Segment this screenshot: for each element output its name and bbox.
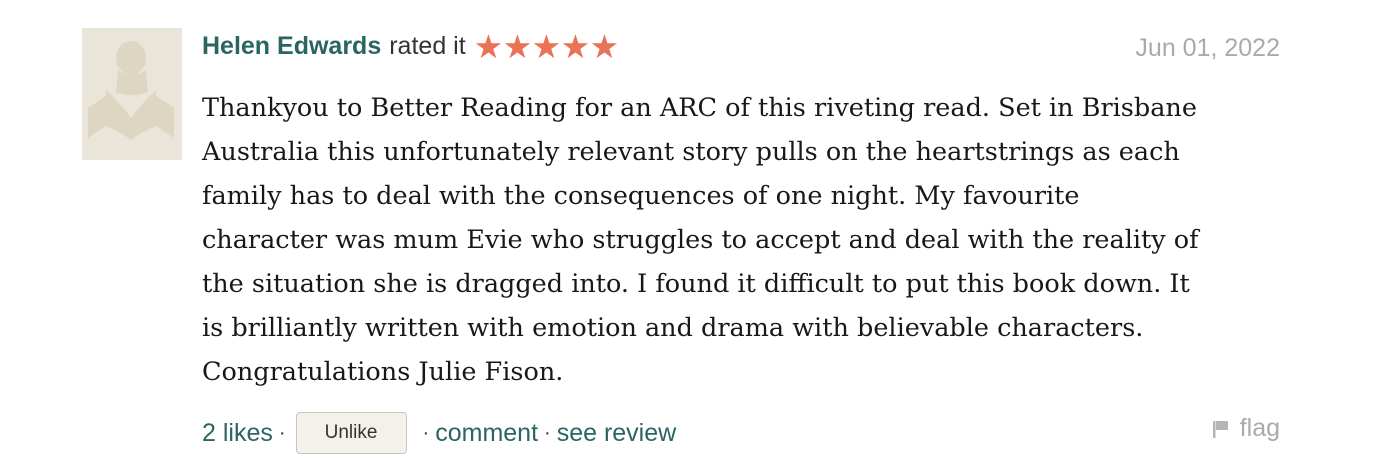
star-rating: ★ ★ ★ ★ ★ <box>473 27 620 65</box>
likes-link[interactable]: 2 likes <box>202 419 273 448</box>
review-header: Helen Edwards rated it ★ ★ ★ ★ ★ <box>202 28 619 64</box>
star-icon: ★ <box>560 27 591 65</box>
avatar[interactable] <box>82 28 182 160</box>
unlike-button[interactable]: Unlike <box>295 412 407 454</box>
review-text: Thankyou to Better Reading for an ARC of… <box>202 86 1292 394</box>
star-icon: ★ <box>502 27 533 65</box>
flag-label: flag <box>1239 414 1280 442</box>
review-text-line: the situation she is dragged into. I fou… <box>202 269 1190 299</box>
review-text-line: Australia this unfortunately relevant st… <box>202 137 1180 167</box>
reader-placeholder-icon <box>82 28 182 160</box>
separator: · <box>278 421 286 444</box>
review-text-line: character was mum Evie who struggles to … <box>202 225 1199 255</box>
star-icon: ★ <box>589 27 620 65</box>
see-review-link[interactable]: see review <box>557 419 677 448</box>
rated-text: rated it <box>389 31 466 60</box>
review-text-line: Thankyou to Better Reading for an ARC of… <box>202 93 1197 123</box>
flag-link[interactable]: flag <box>1210 414 1280 443</box>
review-text-line: Congratulations Julie Fison. <box>202 357 564 387</box>
review-footer: 2 likes · Unlike · comment · see review <box>202 410 676 456</box>
separator: · <box>544 421 551 444</box>
star-icon: ★ <box>473 27 504 65</box>
flag-icon <box>1212 420 1228 438</box>
review-text-line: family has to deal with the consequences… <box>202 181 1080 211</box>
review-date[interactable]: Jun 01, 2022 <box>1135 34 1280 63</box>
review-text-line: is brilliantly written with emotion and … <box>202 313 1144 343</box>
separator: · <box>422 421 430 444</box>
comment-link[interactable]: comment <box>435 419 538 448</box>
author-link[interactable]: Helen Edwards <box>202 32 381 61</box>
star-icon: ★ <box>531 27 562 65</box>
